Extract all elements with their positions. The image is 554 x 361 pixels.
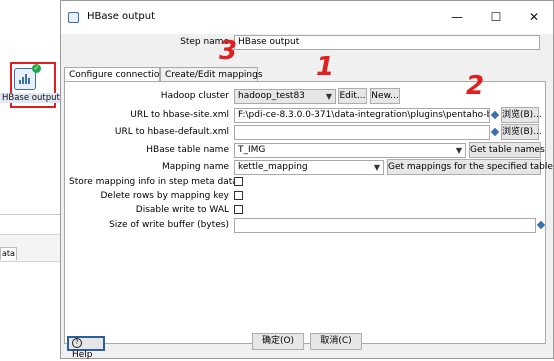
bottom-tab[interactable]: ata <box>0 247 17 260</box>
browse-site-button[interactable]: 浏览(B)... <box>501 107 542 123</box>
chevron-down-icon: ▼ <box>325 92 332 101</box>
annotation-two: 2 <box>466 71 485 101</box>
variable-icon <box>536 220 546 230</box>
store-mapping-label: Store mapping info in step meta data <box>69 177 238 187</box>
delete-rows-checkbox[interactable] <box>234 191 243 200</box>
disable-wal-label: Disable write to WAL <box>135 205 229 215</box>
window-title: HBase output <box>87 11 156 22</box>
chevron-down-icon: ▼ <box>373 163 380 172</box>
annotation-three: 3 <box>219 36 238 66</box>
get-table-names-button[interactable]: Get table names <box>469 142 545 158</box>
variable-icon <box>490 127 500 137</box>
hadoop-cluster-value: hadoop_test83 <box>238 91 305 101</box>
maximize-button[interactable]: ☐ <box>486 8 506 26</box>
title-bar: HBase output — ☐ ✕ <box>61 1 553 34</box>
url-default-input[interactable] <box>234 125 490 140</box>
mapping-name-select[interactable]: kettle_mapping ▼ <box>234 160 384 175</box>
new-cluster-button[interactable]: New... <box>370 88 400 104</box>
close-button[interactable]: ✕ <box>524 8 544 26</box>
get-mappings-button[interactable]: Get mappings for the specified table <box>387 159 553 175</box>
annotation-one: 1 <box>316 52 335 82</box>
check-icon: ✓ <box>32 64 41 73</box>
disable-wal-checkbox[interactable] <box>234 205 243 214</box>
write-buffer-input[interactable] <box>234 218 536 233</box>
help-icon: ? <box>72 338 82 348</box>
hbase-output-dialog: HBase output — ☐ ✕ Step name HBase outpu… <box>60 0 554 360</box>
mapping-name-label: Mapping name <box>161 162 229 172</box>
minimize-button[interactable]: — <box>447 8 467 26</box>
url-site-input[interactable]: F:\pdi-ce-8.3.0.0-371\data-integration\p… <box>234 108 490 123</box>
ok-button[interactable]: 确定(O) <box>252 333 304 350</box>
hadoop-cluster-label: Hadoop cluster <box>160 91 229 101</box>
chevron-down-icon: ▼ <box>455 146 462 155</box>
url-default-label: URL to hbase-default.xml <box>114 127 229 137</box>
configure-connection-panel: Hadoop cluster hadoop_test83 ▼ Edit... N… <box>64 81 553 344</box>
hbase-app-icon <box>68 12 79 23</box>
divider <box>0 214 62 215</box>
table-name-label: HBase table name <box>146 145 229 155</box>
help-button[interactable]: ?Help <box>67 336 105 360</box>
hadoop-cluster-select[interactable]: hadoop_test83 ▼ <box>234 89 336 104</box>
delete-rows-label: Delete rows by mapping key <box>100 191 230 201</box>
cancel-button[interactable]: 取消(C) <box>310 333 362 350</box>
table-name-value: T_IMG <box>238 145 266 155</box>
browse-default-button[interactable]: 浏览(B)... <box>501 124 542 140</box>
url-site-label: URL to hbase-site.xml <box>130 110 229 120</box>
step-label[interactable]: HBase output <box>0 93 62 103</box>
tab-container: Configure connection Create/Edit mapping… <box>64 67 553 344</box>
write-buffer-label: Size of write buffer (bytes) <box>109 220 229 230</box>
dialog-body: Step name HBase output Configure connect… <box>61 34 553 360</box>
mapping-name-value: kettle_mapping <box>238 162 308 172</box>
tab-configure-connection[interactable]: Configure connection <box>64 67 165 81</box>
tab-create-edit-mappings[interactable]: Create/Edit mappings <box>160 67 263 81</box>
step-name-label: Step name <box>180 37 229 47</box>
edit-cluster-button[interactable]: Edit... <box>338 88 367 104</box>
table-name-select[interactable]: T_IMG ▼ <box>234 143 466 158</box>
variable-icon <box>490 110 500 120</box>
step-name-input[interactable]: HBase output <box>234 35 540 50</box>
store-mapping-checkbox[interactable] <box>234 177 243 186</box>
help-label: Help <box>72 349 93 360</box>
